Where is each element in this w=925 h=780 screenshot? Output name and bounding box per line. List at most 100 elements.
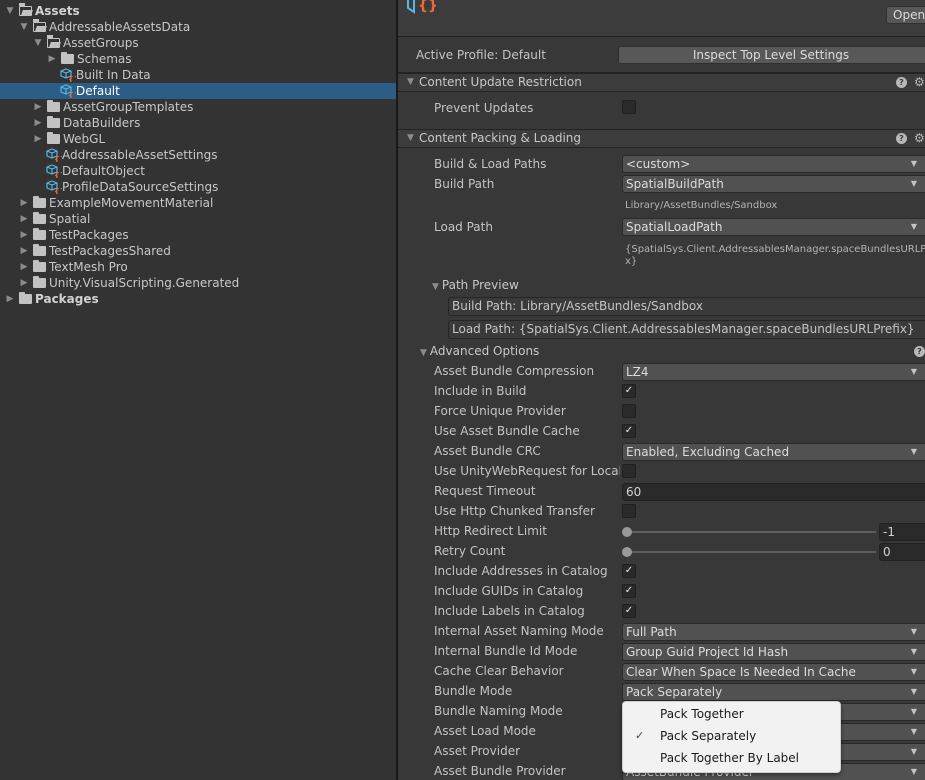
prevent-updates-checkbox[interactable] [622,100,636,114]
tree-item[interactable]: ▶ TestPackages [0,227,396,243]
retry-count-slider-thumb[interactable] [622,547,632,557]
load-path-label: Load Path [434,220,493,234]
folder-icon [33,212,46,224]
tree-item[interactable]: ▶ WebGL [0,131,396,147]
popup-option-pack-together[interactable]: Pack Together [623,703,840,725]
tree-item[interactable]: {}DefaultObject [0,163,396,179]
retry-count-slider-track[interactable] [626,551,876,553]
tree-item[interactable]: {}ProfileDataSourceSettings [0,179,396,195]
collapse-arrow-icon[interactable]: ▶ [18,259,30,275]
tree-item-label: Schemas [77,52,132,66]
expand-arrow-icon[interactable]: ▼ [18,19,30,35]
http-redirect-limit-input[interactable]: -1 [879,523,925,541]
path-preview-foldout[interactable]: ▼ Path Preview [432,278,519,292]
tree-item-label: AssetGroupTemplates [63,100,194,114]
expand-triangle-icon[interactable]: ▼ [432,282,439,292]
build-path-label: Build Path [434,177,495,191]
scriptable-object-icon: {} [46,164,62,178]
expand-triangle-icon[interactable]: ▼ [407,133,414,143]
http-redirect-limit-slider-track[interactable] [626,531,876,533]
tree-item[interactable]: ▶ Unity.VisualScripting.Generated [0,275,396,291]
tree-item-label: WebGL [63,132,106,146]
cache-clear-behavior-dropdown[interactable]: Clear When Space Is Needed In Cache [622,663,925,681]
collapse-arrow-icon[interactable]: ▶ [4,291,16,307]
inspect-top-level-settings-button[interactable]: Inspect Top Level Settings [618,46,925,64]
retry-count-input[interactable]: 0 [879,543,925,561]
tree-item[interactable]: {}AddressableAssetSettings [0,147,396,163]
inspector-header: {} Open [398,0,925,37]
tree-item[interactable]: ▶ Packages [0,291,396,307]
force-unique-provider-checkbox[interactable] [622,404,636,418]
asset-bundle-crc-dropdown[interactable]: Enabled, Excluding Cached [622,443,925,461]
collapse-arrow-icon[interactable]: ▶ [32,115,44,131]
internal-bundle-id-mode-dropdown[interactable]: Group Guid Project Id Hash [622,643,925,661]
expand-triangle-icon[interactable]: ▼ [407,77,414,87]
tree-item[interactable]: ▶ DataBuilders [0,115,396,131]
load-path-dropdown[interactable]: SpatialLoadPath [622,218,925,236]
svg-text:{}: {} [54,155,62,162]
use-unitywebrequest-for-local-asset-bundles-label: Use UnityWebRequest for Local Asset Bund… [434,464,620,478]
tree-item[interactable]: ▼ AddressableAssetsData [0,19,396,35]
collapse-arrow-icon[interactable]: ▶ [46,51,58,67]
help-icon[interactable]: ? [896,77,907,88]
popup-option-pack-separately[interactable]: ✓ Pack Separately [623,725,840,747]
tree-item-label: DefaultObject [62,164,145,178]
bundle-mode-dropdown[interactable]: Pack Separately [622,683,925,701]
include-in-build-checkbox[interactable]: ✓ [622,384,636,398]
internal-asset-naming-mode-dropdown[interactable]: Full Path [622,623,925,641]
collapse-arrow-icon[interactable]: ▶ [18,275,30,291]
expand-arrow-icon[interactable]: ▼ [4,3,16,19]
tree-item[interactable]: ▶ TextMesh Pro [0,259,396,275]
include-addresses-in-catalog-checkbox[interactable]: ✓ [622,564,636,578]
include-guids-in-catalog-checkbox[interactable]: ✓ [622,584,636,598]
collapse-arrow-icon[interactable]: ▶ [18,211,30,227]
expand-arrow-icon[interactable]: ▼ [32,35,44,51]
collapse-arrow-icon[interactable]: ▶ [18,243,30,259]
content-update-restriction-header[interactable]: ▼ Content Update Restriction ? ⚙ [398,73,925,92]
build-load-paths-dropdown[interactable]: <custom> [622,155,925,173]
collapse-arrow-icon[interactable]: ▶ [32,131,44,147]
tree-item[interactable]: {}Built In Data [0,67,396,83]
asset-bundle-compression-dropdown[interactable]: LZ4 [622,363,925,381]
help-icon[interactable]: ? [896,133,907,144]
popup-option-pack-together-by-label[interactable]: Pack Together By Label [623,747,840,769]
advanced-options-foldout[interactable]: ▼ Advanced Options [420,344,539,358]
scriptable-object-icon: {} [46,180,62,194]
asset-group-icon: {} [407,0,436,14]
tree-item-label: AddressableAssetsData [49,20,191,34]
asset-bundle-provider-label: Asset Bundle Provider [434,764,566,778]
tree-item-label: AddressableAssetSettings [62,148,218,162]
open-button[interactable]: Open [886,6,925,24]
active-profile-row: Active Profile: Default Inspect Top Leve… [398,38,925,73]
request-timeout-input[interactable]: 60 [622,483,925,501]
option-label: Pack Together By Label [660,751,800,765]
advanced-options-title: Advanced Options [429,344,540,358]
collapse-arrow-icon[interactable]: ▶ [18,195,30,211]
build-path-dropdown[interactable]: SpatialBuildPath [622,175,925,193]
tree-item[interactable]: ▶ ExampleMovementMaterial [0,195,396,211]
expand-triangle-icon[interactable]: ▼ [420,348,427,358]
http-redirect-limit-label: Http Redirect Limit [434,524,547,538]
tree-item[interactable]: ▶ TestPackagesShared [0,243,396,259]
tree-item[interactable]: ▶ AssetGroupTemplates [0,99,396,115]
include-labels-in-catalog-checkbox[interactable]: ✓ [622,604,636,618]
tree-item[interactable]: ▼ AssetGroups [0,35,396,51]
gear-icon[interactable]: ⚙ [914,132,925,144]
tree-item[interactable]: ▼ Assets [0,3,396,19]
collapse-arrow-icon[interactable]: ▶ [18,227,30,243]
gear-icon[interactable]: ⚙ [914,76,925,88]
use-asset-bundle-cache-checkbox[interactable]: ✓ [622,424,636,438]
tree-item[interactable]: ▶ Spatial [0,211,396,227]
tree-item-label: Unity.VisualScripting.Generated [49,276,240,290]
help-icon[interactable]: ? [914,346,925,357]
cache-clear-behavior-label: Cache Clear Behavior [434,664,564,678]
http-redirect-limit-slider-thumb[interactable] [622,527,632,537]
use-unitywebrequest-for-local-asset-bundles-checkbox[interactable] [622,464,636,478]
tree-item[interactable]: {}Default [0,83,396,99]
scriptable-object-icon: {} [46,148,62,162]
use-http-chunked-transfer-checkbox[interactable] [622,504,636,518]
tree-item[interactable]: ▶ Schemas [0,51,396,67]
content-packing-loading-header[interactable]: ▼ Content Packing & Loading ? ⚙ [398,129,925,148]
project-tree-panel: ▼ Assets ▼ AddressableAssetsData ▼ AssetGroup… [0,0,396,780]
collapse-arrow-icon[interactable]: ▶ [32,99,44,115]
